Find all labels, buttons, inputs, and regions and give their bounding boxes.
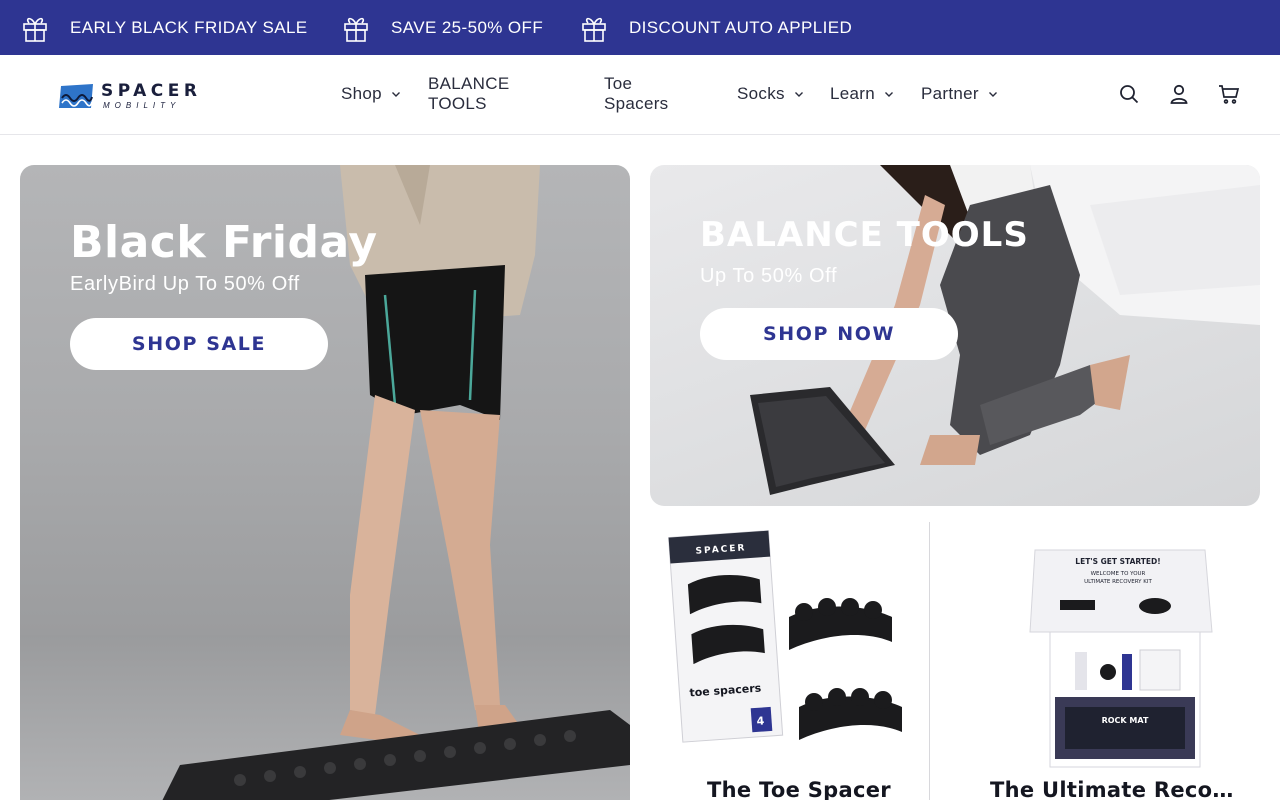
kit-heading: LET'S GET STARTED! <box>1075 557 1160 566</box>
kit-line1: WELCOME TO YOUR <box>1091 571 1146 577</box>
product-image-toe-spacer[interactable]: SPACER toe spacers 4 <box>664 522 920 778</box>
nav-item-socks[interactable]: Socks <box>737 55 804 133</box>
product-title[interactable]: The Toe Spacer <box>707 778 891 800</box>
nav-label: Shop <box>341 84 382 103</box>
announcement-label: SAVE 25-50% OFF <box>391 17 544 37</box>
hero-black-friday[interactable]: Black Friday EarlyBird Up To 50% Off SHO… <box>20 165 630 800</box>
hero-balance-tools[interactable]: BALANCE TOOLS Up To 50% Off SHOP NOW <box>650 165 1260 506</box>
chevron-down-icon <box>988 92 997 97</box>
site-header: SPACER MOBILITY Shop BALANCE TOOLS Toe S… <box>0 55 1280 135</box>
shop-now-button[interactable]: SHOP NOW <box>700 308 958 360</box>
announcement-item: DISCOUNT AUTO APPLIED <box>581 0 852 55</box>
nav-item-shop[interactable]: Shop <box>341 55 401 133</box>
product-title[interactable]: The Ultimate Recove... <box>990 778 1246 800</box>
package-count: 4 <box>756 714 765 728</box>
nav-item-toe-spacers[interactable]: Toe Spacers <box>604 55 668 133</box>
announcement-item: EARLY BLACK FRIDAY SALE <box>22 0 308 55</box>
kit-label: ROCK MAT <box>1102 716 1149 725</box>
nav-label: BALANCE TOOLS <box>428 74 510 113</box>
chevron-down-icon <box>794 92 803 97</box>
hero-title: BALANCE TOOLS <box>700 215 1029 255</box>
nav-label: Partner <box>921 84 979 103</box>
nav-item-partner[interactable]: Partner <box>921 55 998 133</box>
hero-subtitle: EarlyBird Up To 50% Off <box>70 273 300 295</box>
logo-subtitle: MOBILITY <box>103 100 181 110</box>
hero-subtitle: Up To 50% Off <box>700 265 838 287</box>
logo-wordmark: SPACER <box>101 80 202 101</box>
product-image-recovery-kit[interactable]: LET'S GET STARTED! WELCOME TO YOUR ULTIM… <box>990 522 1246 778</box>
announcement-item: SAVE 25-50% OFF <box>343 0 543 55</box>
chevron-down-icon <box>391 92 400 97</box>
nav-label: Learn <box>830 84 875 103</box>
wave-logo-icon <box>59 84 93 108</box>
recovery-kit-product-image: LET'S GET STARTED! WELCOME TO YOUR ULTIM… <box>1029 549 1213 768</box>
chevron-down-icon <box>884 92 893 97</box>
gift-icon <box>582 17 606 42</box>
cart-icon[interactable] <box>1217 82 1241 106</box>
announcement-label: EARLY BLACK FRIDAY SALE <box>70 17 308 37</box>
toe-spacer-product-image: SPACER toe spacers 4 <box>668 530 902 743</box>
announcement-bar: EARLY BLACK FRIDAY SALE SAVE 25-50% OFF … <box>0 0 1280 55</box>
product-divider <box>929 522 930 800</box>
nav-item-balance-tools[interactable]: BALANCE TOOLS <box>428 55 509 133</box>
hero-title: Black Friday <box>70 217 378 268</box>
nav-item-learn[interactable]: Learn <box>830 55 894 133</box>
nav-label: Socks <box>737 84 785 103</box>
shop-sale-button[interactable]: SHOP SALE <box>70 318 328 370</box>
gift-icon <box>23 17 47 42</box>
nav-label: Toe Spacers <box>604 74 669 113</box>
brand-logo[interactable]: SPACER MOBILITY <box>57 80 217 112</box>
announcement-label: DISCOUNT AUTO APPLIED <box>629 17 853 37</box>
kit-line2: ULTIMATE RECOVERY KIT <box>1084 579 1152 585</box>
account-icon[interactable] <box>1167 82 1191 106</box>
search-icon[interactable] <box>1117 82 1141 106</box>
gift-icon <box>344 17 368 42</box>
